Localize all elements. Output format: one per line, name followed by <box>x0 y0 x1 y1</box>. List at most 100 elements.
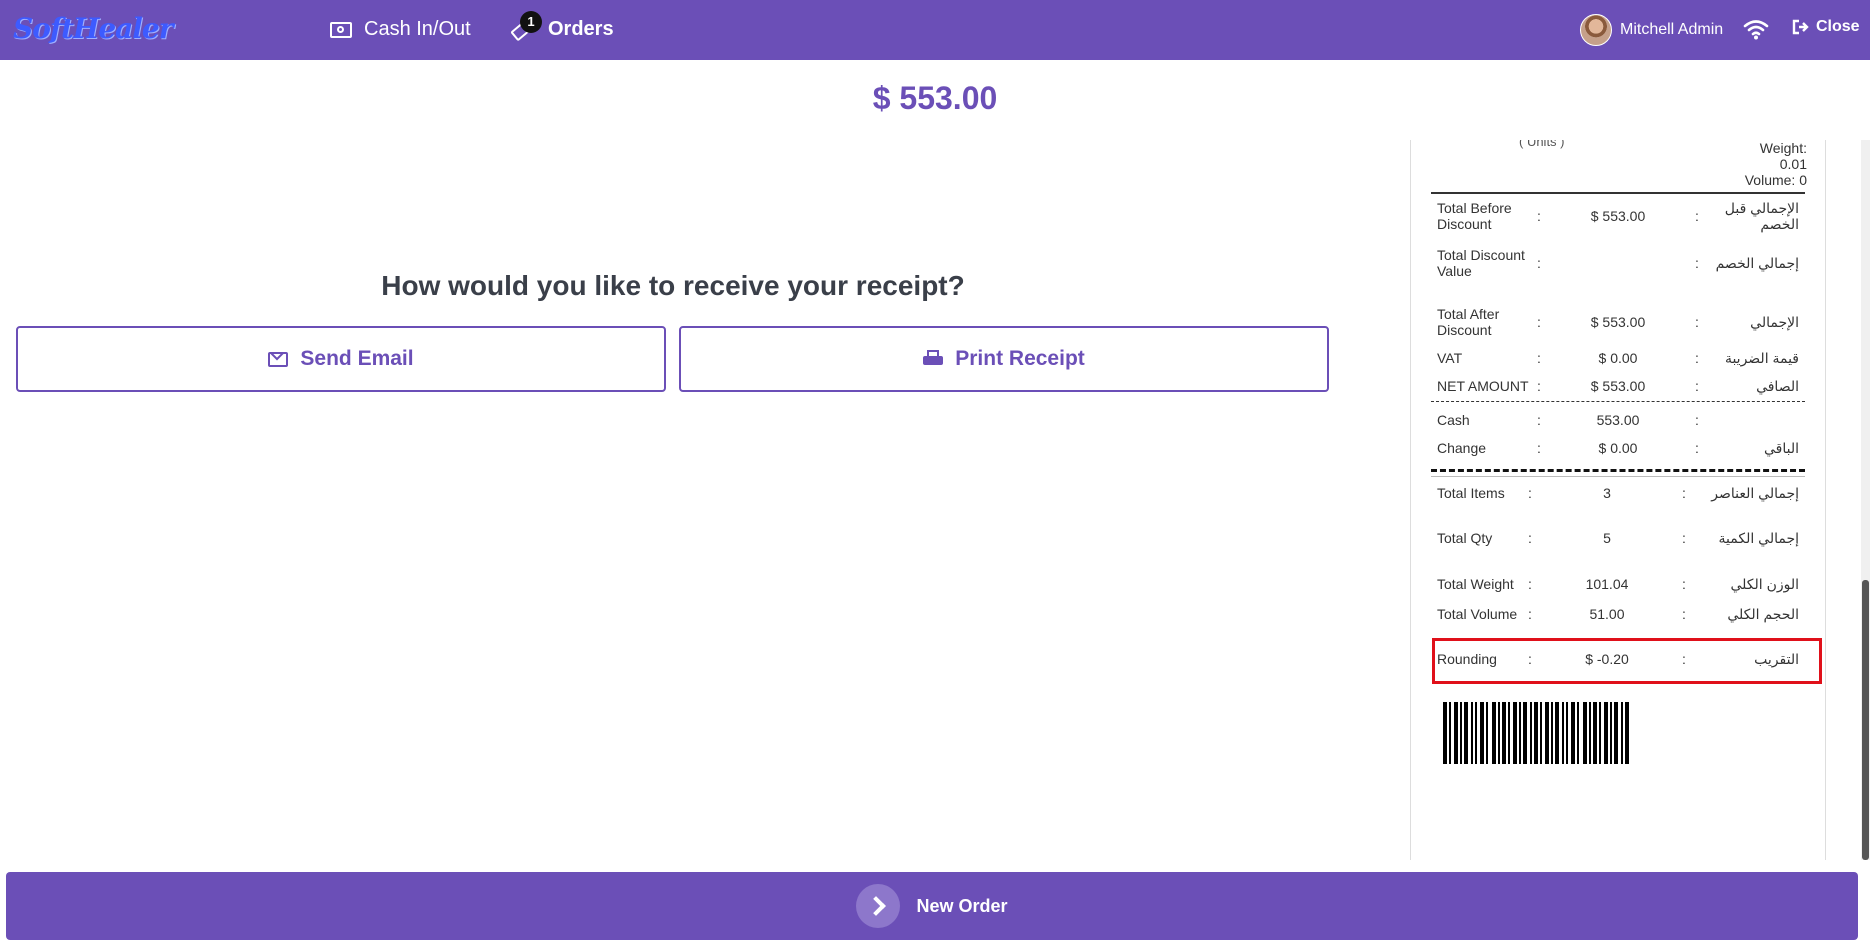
row-label: VAT <box>1437 350 1463 366</box>
print-receipt-label: Print Receipt <box>955 347 1085 370</box>
row-value: $ 0.00 <box>1598 440 1638 456</box>
send-email-label: Send Email <box>300 347 414 370</box>
new-order-button[interactable]: New Order <box>6 872 1858 940</box>
weight-label: Weight: <box>1759 140 1807 156</box>
receipt-row: Total Volume : 51.00 : الحجم الكلي <box>1431 606 1805 622</box>
user-name: Mitchell Admin <box>1620 21 1724 38</box>
row-arabic-label: الباقي <box>1763 440 1799 456</box>
top-bar: SoftHealer Cash In/Out 1 Orders Mitchell… <box>0 0 1870 60</box>
row-value: 5 <box>1603 530 1611 546</box>
divider <box>1431 401 1805 402</box>
row-value: $ 553.00 <box>1590 314 1646 330</box>
receipt-row: Total Before Discount : $ 553.00 : الإجم… <box>1431 200 1805 232</box>
printer-icon <box>923 350 944 368</box>
receipt-row: Total Qty : 5 : إجمالي الكمية <box>1431 530 1805 546</box>
row-arabic-label: إجمالي الكمية <box>1718 530 1799 546</box>
receipt-question: How would you like to receive your recei… <box>381 270 965 301</box>
receipt-preview[interactable]: ( Units ) Weight: 0.01 Volume: 0 Total B… <box>1410 140 1826 860</box>
row-separator: : <box>1537 314 1541 330</box>
row-separator: : <box>1528 530 1532 546</box>
total-amount: $ 553.00 <box>872 80 998 116</box>
row-value: 51.00 <box>1589 606 1625 622</box>
volume-text: Volume: 0 <box>1744 172 1807 188</box>
row-separator: : <box>1537 208 1541 224</box>
row-separator: : <box>1537 440 1541 456</box>
row-arabic-label: الإجمالي قبل الخصم <box>1724 200 1799 232</box>
barcode <box>1443 702 1699 764</box>
envelope-icon <box>268 351 289 367</box>
weight-volume-block: Weight: 0.01 Volume: 0 <box>1745 140 1807 188</box>
receipt-scrollbar-thumb[interactable] <box>1862 580 1869 860</box>
row-value: 101.04 <box>1585 576 1629 592</box>
row-separator: : <box>1682 530 1686 546</box>
close-label: Close <box>1816 18 1860 35</box>
close-button[interactable]: Close <box>1792 18 1860 36</box>
receipt-row: VAT : $ 0.00 : قيمة الضريبة <box>1431 350 1805 366</box>
chevron-right-icon <box>856 884 901 928</box>
softhealer-logo[interactable]: SoftHealer <box>13 12 173 45</box>
print-receipt-button[interactable]: Print Receipt <box>679 326 1329 392</box>
row-label: Cash <box>1437 412 1470 428</box>
row-separator: : <box>1682 576 1686 592</box>
row-arabic-label: إجمالي العناصر <box>1711 485 1799 501</box>
receipt-row: Total Discount Value : : إجمالي الخصم <box>1431 247 1805 279</box>
receipt-row: Total Weight : 101.04 : الوزن الكلي <box>1431 576 1805 592</box>
row-label: Total After Discount <box>1437 306 1500 338</box>
row-label: Total Volume <box>1437 606 1518 622</box>
row-separator: : <box>1695 440 1699 456</box>
row-label: Total Items <box>1437 485 1505 501</box>
row-separator: : <box>1695 412 1699 428</box>
row-separator: : <box>1537 378 1541 394</box>
receipt-row: NET AMOUNT : $ 553.00 : الصافي <box>1431 378 1805 394</box>
row-label: Total Weight <box>1437 576 1514 592</box>
row-arabic-label: الحجم الكلي <box>1727 606 1799 622</box>
wifi-icon[interactable] <box>1743 18 1769 40</box>
receipt-row: Change : $ 0.00 : الباقي <box>1431 440 1805 456</box>
send-email-button[interactable]: Send Email <box>16 326 666 392</box>
row-value: $ 553.00 <box>1590 208 1646 224</box>
row-arabic-label: الوزن الكلي <box>1730 576 1799 592</box>
row-value: $ 553.00 <box>1590 378 1646 394</box>
receipt-row: Total Items : 3 : إجمالي العناصر <box>1431 485 1805 501</box>
row-value: 553.00 <box>1596 412 1640 428</box>
ticket-icon: 1 <box>510 10 542 41</box>
new-order-label: New Order <box>916 895 1008 916</box>
row-label: Total Discount Value <box>1437 247 1525 279</box>
orders-count-badge: 1 <box>520 10 542 33</box>
row-value: 3 <box>1603 485 1611 501</box>
orders-button[interactable]: 1 Orders <box>510 10 614 41</box>
row-arabic-label: الصافي <box>1756 378 1799 394</box>
sign-out-icon <box>1792 19 1809 35</box>
avatar <box>1580 14 1612 46</box>
row-separator: : <box>1695 255 1699 271</box>
row-separator: : <box>1695 378 1699 394</box>
row-separator: : <box>1695 208 1699 224</box>
row-value: $ 0.00 <box>1598 350 1638 366</box>
row-arabic-label: إجمالي الخصم <box>1715 255 1799 271</box>
divider <box>1431 476 1805 477</box>
row-separator: : <box>1537 255 1541 271</box>
row-label: Total Qty <box>1437 530 1493 546</box>
weight-value: 0.01 <box>1779 156 1807 172</box>
orders-label: Orders <box>548 18 614 40</box>
rounding-highlight-box <box>1432 638 1822 684</box>
row-label: NET AMOUNT <box>1437 378 1529 394</box>
row-label: Change <box>1437 440 1487 456</box>
receipt-row: Total After Discount : $ 553.00 : الإجما… <box>1431 306 1805 338</box>
user-menu[interactable]: Mitchell Admin <box>1580 14 1723 46</box>
row-separator: : <box>1537 412 1541 428</box>
cash-icon <box>330 21 352 38</box>
row-separator: : <box>1682 485 1686 501</box>
receipt-row: Cash : 553.00 : <box>1431 412 1805 428</box>
divider <box>1431 469 1805 472</box>
row-separator: : <box>1682 606 1686 622</box>
row-separator: : <box>1537 350 1541 366</box>
cash-in-out-button[interactable]: Cash In/Out <box>330 18 471 41</box>
cash-in-out-label: Cash In/Out <box>364 18 471 40</box>
row-arabic-label: قيمة الضريبة <box>1724 350 1799 366</box>
row-separator: : <box>1528 485 1532 501</box>
row-separator: : <box>1695 350 1699 366</box>
divider <box>1431 192 1805 194</box>
row-separator: : <box>1528 606 1532 622</box>
row-separator: : <box>1695 314 1699 330</box>
